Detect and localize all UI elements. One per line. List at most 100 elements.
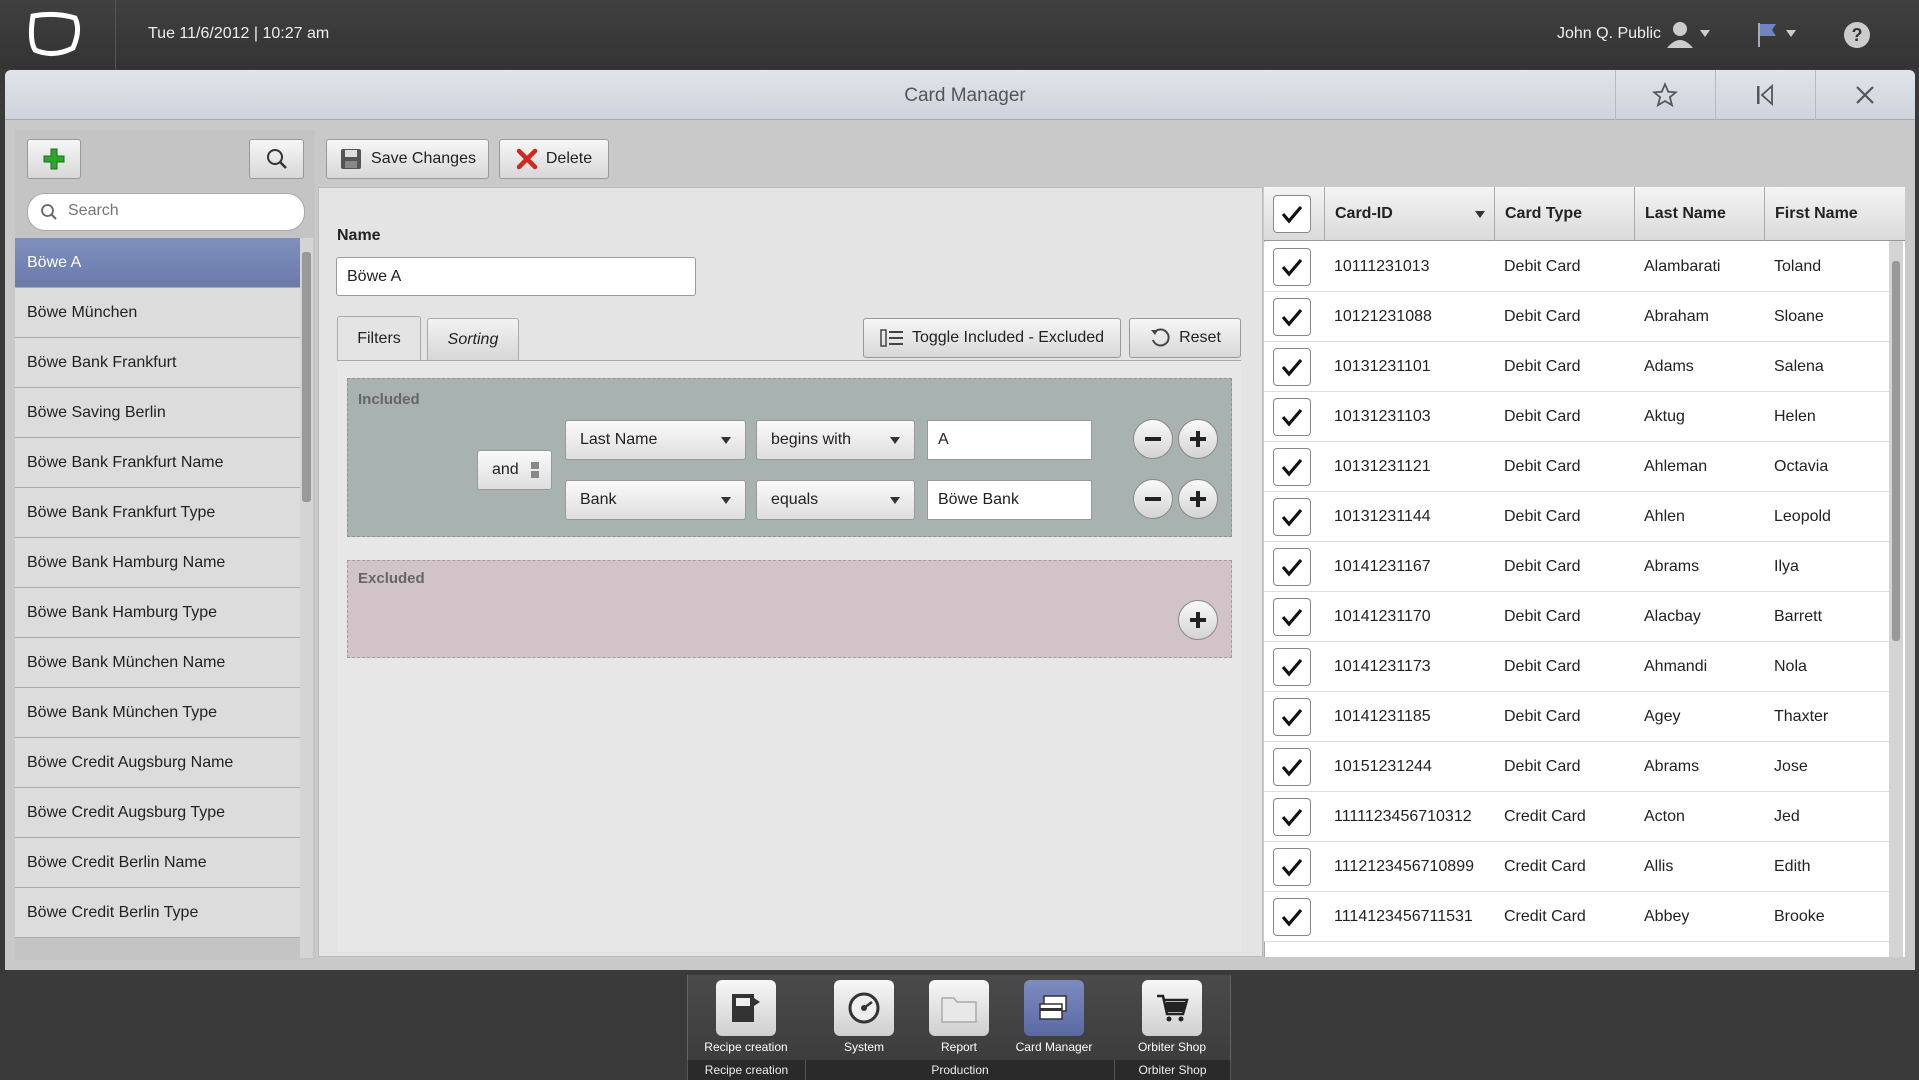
close-icon (1855, 86, 1874, 104)
add-button[interactable] (27, 139, 81, 179)
list-item[interactable]: Böwe München (15, 288, 300, 338)
table-row[interactable]: 10141231185 Debit Card Agey Thaxter (1264, 692, 1889, 742)
row-checkbox[interactable] (1273, 648, 1311, 686)
back-button[interactable] (1715, 70, 1813, 120)
list-item[interactable]: Böwe Bank Frankfurt Type (15, 488, 300, 538)
search-field[interactable] (27, 193, 305, 231)
list-item[interactable]: Böwe Bank Hamburg Name (15, 538, 300, 588)
table-row[interactable]: 10141231173 Debit Card Ahmandi Nola (1264, 642, 1889, 692)
sort-desc-icon[interactable] (1475, 211, 1485, 218)
list-item[interactable]: Böwe Bank Hamburg Type (15, 588, 300, 638)
rule2-remove-button[interactable] (1133, 479, 1173, 519)
magnifier-icon (266, 149, 287, 169)
table-row[interactable]: 10151231244 Debit Card Abrams Jose (1264, 742, 1889, 792)
tab-filters[interactable]: Filters (337, 316, 421, 361)
table-row[interactable]: 10121231088 Debit Card Abraham Sloane (1264, 292, 1889, 342)
table-row[interactable]: 10131231121 Debit Card Ahleman Octavia (1264, 442, 1889, 492)
search-input[interactable] (68, 202, 288, 220)
save-changes-button[interactable]: Save Changes (326, 139, 489, 179)
app-logo-icon[interactable] (25, 10, 85, 58)
dock-item-report[interactable]: Report (914, 980, 1004, 1058)
row-checkbox[interactable] (1273, 448, 1311, 486)
column-header-card-id[interactable]: Card-ID (1324, 187, 1494, 241)
row-checkbox[interactable] (1273, 748, 1311, 786)
list-item[interactable]: Böwe Bank Frankfurt Name (15, 438, 300, 488)
list-item[interactable]: Böwe Credit Berlin Type (15, 888, 300, 938)
table-scroll-thumb[interactable] (1892, 261, 1900, 641)
list-item[interactable]: Böwe Credit Augsburg Type (15, 788, 300, 838)
help-icon[interactable]: ? (1844, 22, 1870, 48)
row-checkbox[interactable] (1273, 548, 1311, 586)
table-row[interactable]: 1111123456710312 Credit Card Acton Jed (1264, 792, 1889, 842)
flag-menu-caret-icon[interactable] (1786, 30, 1796, 37)
flag-icon[interactable] (1755, 20, 1779, 48)
select-all-checkbox[interactable] (1273, 195, 1311, 233)
row-checkbox[interactable] (1273, 798, 1311, 836)
table-row[interactable]: 10131231101 Debit Card Adams Salena (1264, 342, 1889, 392)
delete-button[interactable]: Delete (499, 139, 609, 179)
close-button[interactable] (1815, 70, 1913, 120)
row-checkbox[interactable] (1273, 248, 1311, 286)
rule2-value-input[interactable]: Böwe Bank (927, 480, 1092, 520)
table-row[interactable]: 10131231144 Debit Card Ahlen Leopold (1264, 492, 1889, 542)
row-checkbox[interactable] (1273, 598, 1311, 636)
cell-card-id: 10131231144 (1334, 508, 1431, 525)
row-checkbox[interactable] (1273, 698, 1311, 736)
row-checkbox[interactable] (1273, 398, 1311, 436)
table-row[interactable]: 10131231103 Debit Card Aktug Helen (1264, 392, 1889, 442)
list-item[interactable]: Böwe Bank München Name (15, 638, 300, 688)
table-row[interactable]: 1112123456710899 Credit Card Allis Edith (1264, 842, 1889, 892)
tab-sorting[interactable]: Sorting (427, 318, 519, 361)
row-checkbox[interactable] (1273, 498, 1311, 536)
rule2-operator-select[interactable]: equals (756, 480, 915, 520)
row-checkbox[interactable] (1273, 348, 1311, 386)
rule1-operator-select[interactable]: begins with (756, 420, 915, 460)
table-row[interactable]: 10141231167 Debit Card Abrams Ilya (1264, 542, 1889, 592)
checkmark-icon (1281, 408, 1303, 427)
favorite-button[interactable] (1615, 70, 1713, 120)
cell-first-name: Ilya (1774, 558, 1799, 575)
reset-button[interactable]: Reset (1129, 318, 1241, 358)
cell-card-type: Debit Card (1504, 258, 1581, 275)
column-header-last-name[interactable]: Last Name (1634, 187, 1764, 241)
list-item[interactable]: Böwe Saving Berlin (15, 388, 300, 438)
search-button[interactable] (249, 139, 304, 179)
dock-item-card-manager[interactable]: Card Manager (1009, 980, 1099, 1058)
cell-last-name: Abrams (1644, 558, 1700, 575)
sidebar-scrollbar[interactable] (300, 238, 313, 958)
rule1-operator-value: begins with (771, 431, 852, 448)
row-checkbox[interactable] (1273, 898, 1311, 936)
row-checkbox[interactable] (1273, 848, 1311, 886)
list-item[interactable]: Böwe A (15, 238, 300, 288)
toggle-included-excluded-button[interactable]: Toggle Included - Excluded (863, 318, 1121, 358)
list-item[interactable]: Böwe Bank Frankfurt (15, 338, 300, 388)
list-item[interactable]: Böwe Credit Augsburg Name (15, 738, 300, 788)
dock-item-orbiter-shop[interactable]: Orbiter Shop (1127, 980, 1217, 1058)
user-name[interactable]: John Q. Public (1557, 25, 1661, 43)
list-item[interactable]: Böwe Bank München Type (15, 688, 300, 738)
table-row[interactable]: 10141231170 Debit Card Alacbay Barrett (1264, 592, 1889, 642)
rule2-field-select[interactable]: Bank (565, 480, 746, 520)
dock-item-recipe-creation[interactable]: Recipe creation (701, 980, 791, 1058)
sidebar-scroll-thumb[interactable] (302, 252, 311, 502)
rule2-add-button[interactable] (1178, 479, 1218, 519)
list-item[interactable]: Böwe Credit Berlin Name (15, 838, 300, 888)
user-menu-caret-icon[interactable] (1700, 30, 1710, 37)
cell-card-type: Debit Card (1504, 408, 1581, 425)
logic-operator-select[interactable]: and (477, 450, 552, 490)
excluded-add-button[interactable] (1178, 600, 1218, 640)
toggle-label: Toggle Included - Excluded (911, 329, 1105, 346)
table-row[interactable]: 1114123456711531 Credit Card Abbey Brooke (1264, 892, 1889, 942)
row-checkbox[interactable] (1273, 298, 1311, 336)
rule1-value-input[interactable]: A (927, 420, 1092, 460)
rule1-remove-button[interactable] (1133, 419, 1173, 459)
name-input[interactable] (336, 257, 696, 296)
column-header-first-name[interactable]: First Name (1764, 187, 1905, 241)
column-header-card-type[interactable]: Card Type (1494, 187, 1634, 241)
table-scrollbar[interactable] (1889, 241, 1903, 957)
table-row[interactable]: 10111231013 Debit Card Alambarati Toland (1264, 242, 1889, 292)
dock-item-system[interactable]: System (819, 980, 909, 1058)
user-icon[interactable] (1665, 20, 1695, 48)
rule1-add-button[interactable] (1178, 419, 1218, 459)
rule1-field-select[interactable]: Last Name (565, 420, 746, 460)
